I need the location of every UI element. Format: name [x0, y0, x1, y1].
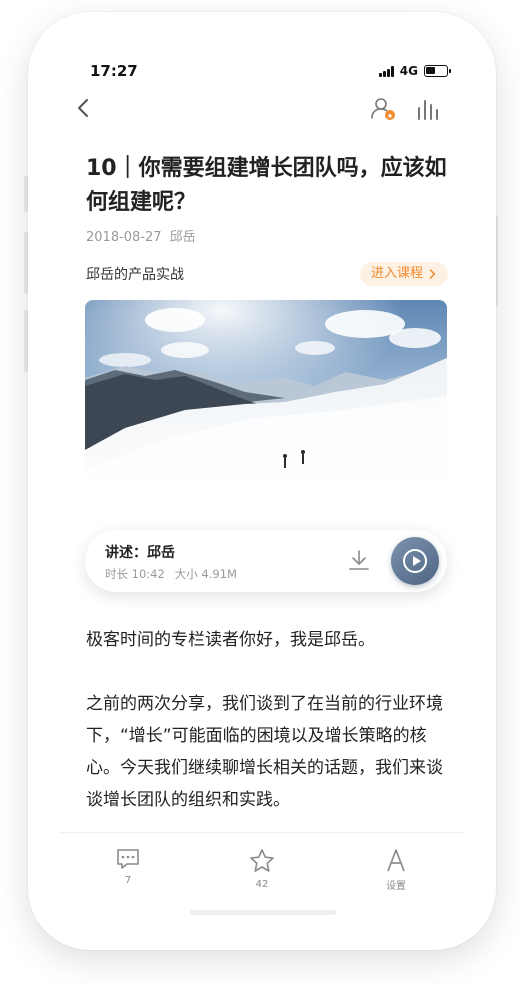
- stars-count: 42: [255, 879, 269, 890]
- favorite-button[interactable]: 42: [232, 847, 292, 890]
- article-cover-image: [85, 300, 447, 504]
- phone-screen: 17:27 4G ★ 10｜你需要组建增长团队吗，应该如何组建呢？ 2018-0…: [60, 44, 464, 924]
- article-body: 极客时间的专栏读者你好，我是邱岳。 之前的两次分享，我们谈到了在当前的行业环境下…: [86, 624, 448, 848]
- course-name[interactable]: 邱岳的产品实战: [86, 264, 184, 284]
- comments-button[interactable]: 7: [98, 847, 158, 886]
- font-settings-icon: [387, 849, 405, 872]
- battery-icon: [424, 65, 451, 77]
- chevron-right-icon: [429, 269, 436, 279]
- article-author: 邱岳: [169, 230, 196, 245]
- bar-chart-icon[interactable]: [415, 96, 441, 122]
- audio-meta: 时长 10:42 大小 4.91M: [105, 566, 237, 582]
- status-indicators: 4G: [378, 64, 451, 78]
- article-meta: 2018-08-27 邱岳: [86, 226, 196, 245]
- audio-narrator: 讲述：邱岳: [105, 545, 175, 561]
- comment-icon: [117, 849, 139, 869]
- article-paragraph: 极客时间的专栏读者你好，我是邱岳。: [86, 630, 375, 650]
- status-time: 17:27: [90, 62, 138, 80]
- course-row: 邱岳的产品实战 进入课程: [86, 262, 448, 286]
- comments-count: 7: [124, 875, 132, 886]
- article-date: 2018-08-27: [86, 230, 162, 245]
- chevron-left-icon[interactable]: [74, 96, 94, 120]
- audio-size: 大小 4.91M: [174, 567, 237, 581]
- play-icon: [403, 549, 427, 573]
- battery-level: [426, 67, 435, 74]
- svg-text:★: ★: [387, 112, 393, 120]
- download-icon[interactable]: [347, 548, 371, 572]
- article-title: 10｜你需要组建增长团队吗，应该如何组建呢？: [86, 156, 447, 215]
- enter-course-label: 进入课程: [370, 266, 423, 281]
- home-indicator: [190, 910, 336, 915]
- signal-icon: [378, 65, 394, 77]
- network-type: 4G: [399, 64, 418, 78]
- user-badge-icon[interactable]: ★: [370, 96, 396, 122]
- enter-course-button[interactable]: 进入课程: [359, 262, 448, 286]
- settings-label: 设置: [386, 881, 406, 892]
- status-bar: 17:27 4G: [60, 44, 464, 100]
- star-icon: [250, 849, 274, 872]
- article-paragraph: 之前的两次分享，我们谈到了在当前的行业环境下，“增长”可能面临的困境以及增长策略…: [86, 694, 443, 810]
- audio-duration: 时长 10:42: [105, 567, 165, 581]
- play-button[interactable]: [391, 537, 439, 585]
- audio-player[interactable]: 讲述：邱岳 时长 10:42 大小 4.91M: [85, 530, 447, 592]
- nav-bar: ★: [60, 94, 464, 126]
- settings-button[interactable]: 设置: [366, 847, 426, 892]
